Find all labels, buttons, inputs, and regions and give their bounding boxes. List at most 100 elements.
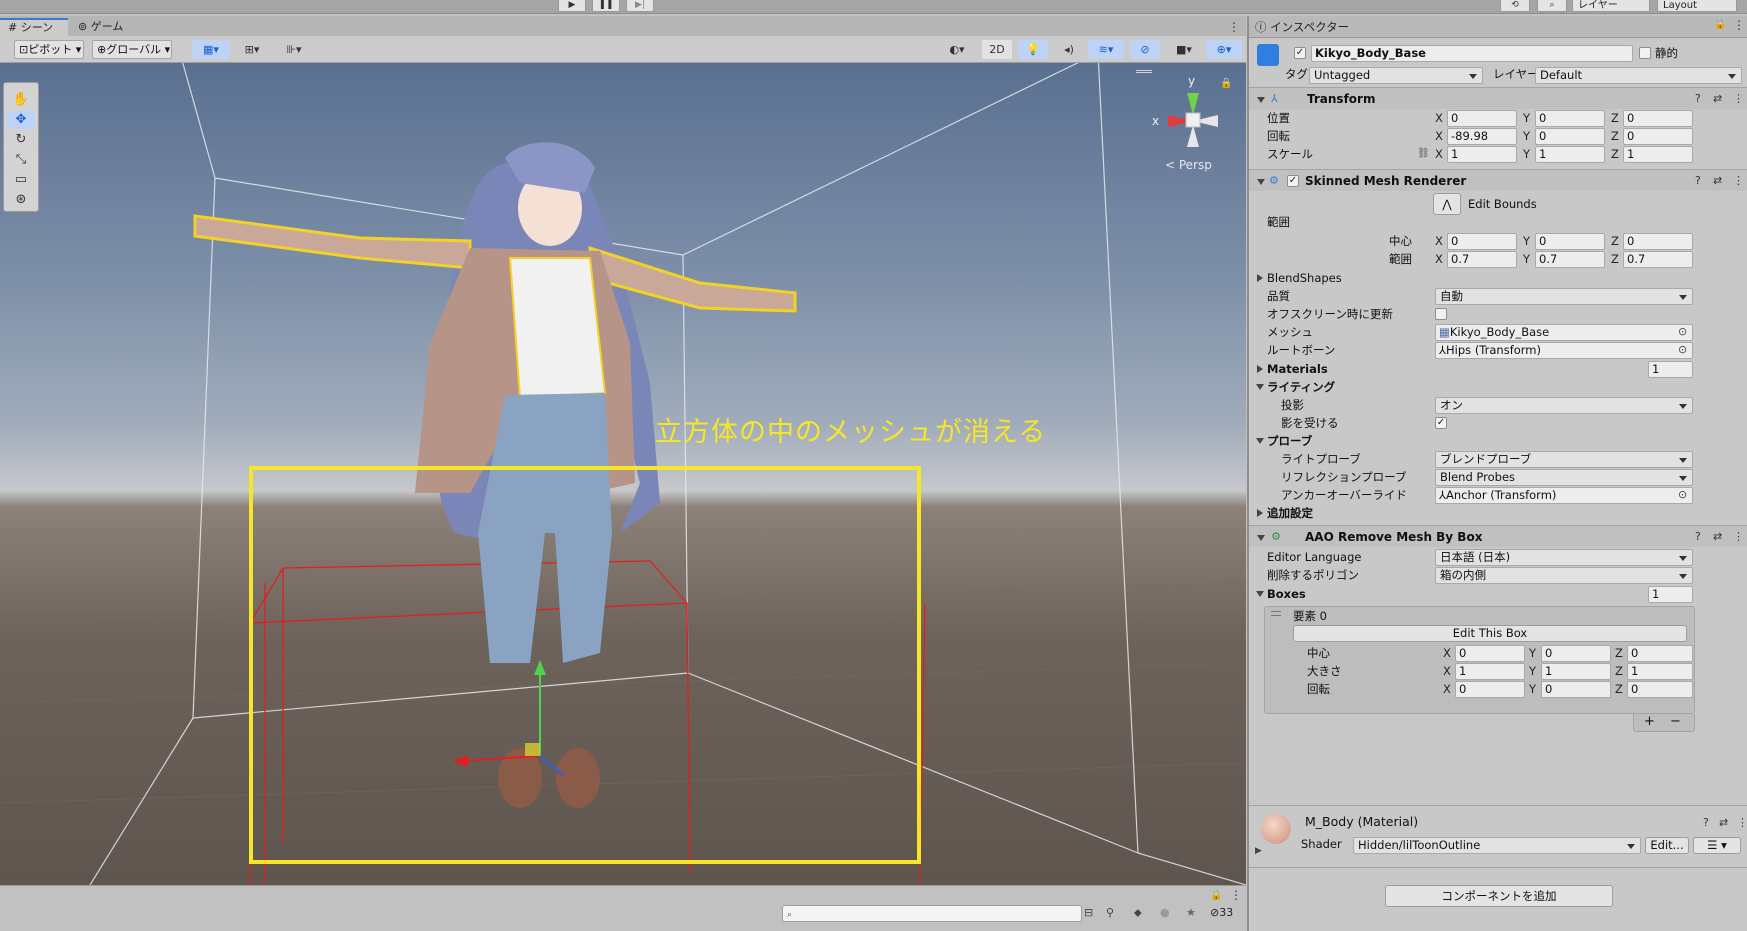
orientation-gizmo[interactable] [1168,93,1218,147]
cast-shadows-dropdown[interactable]: オン [1435,397,1693,414]
quality-dropdown[interactable]: 自動 [1435,288,1693,305]
preset-icon[interactable]: ⇄ [1713,526,1722,548]
audio-icon[interactable]: ◂) [1054,40,1084,59]
object-picker-icon[interactable]: ⊙ [1678,323,1687,341]
rotate-tool-icon[interactable]: ↻ [7,131,35,149]
remove-element-button[interactable]: − [1670,714,1681,730]
help-icon[interactable]: ? [1703,816,1709,829]
position-y-field[interactable]: 0 [1535,110,1605,127]
object-picker-icon[interactable]: ⊙ [1678,486,1687,504]
filter-icon[interactable]: ⊟ [1084,906,1093,919]
layers-dropdown[interactable]: レイヤー [1572,0,1650,12]
rotation-y-field[interactable]: 0 [1535,128,1605,145]
lock-icon[interactable]: 🔒 [1714,19,1726,30]
hidden-objects-icon[interactable]: ⊘ [1130,40,1160,59]
scale-z-field[interactable]: 1 [1623,146,1693,163]
transform-tool-icon[interactable]: ⊛ [7,191,35,209]
hand-tool-icon[interactable]: ✋ [7,91,35,109]
preset-icon[interactable]: ⇄ [1713,170,1722,192]
gizmo-menu-icon[interactable] [1136,70,1152,73]
more-menu-icon[interactable]: ⋮ [1228,20,1240,34]
persp-label[interactable]: < Persp [1165,158,1212,172]
editor-language-dropdown[interactable]: 日本語 (日本) [1435,549,1693,566]
light-probe-dropdown[interactable]: ブレンドプローブ [1435,451,1693,468]
box-size-y-field[interactable]: 1 [1541,663,1611,680]
tab-inspector[interactable]: ⓘ インスペクター [1255,19,1349,35]
active-checkbox[interactable]: ✓ [1294,47,1306,59]
gizmos-icon[interactable]: ⊕▾ [1206,40,1242,59]
effects-icon[interactable]: ≋▾ [1088,40,1124,59]
materials-count-field[interactable]: 1 [1648,361,1693,378]
rect-tool-icon[interactable]: ▭ [7,171,35,189]
expand-arrow-icon[interactable]: ▶ [1255,846,1262,856]
rootbone-field[interactable]: ⅄Hips (Transform) [1435,342,1693,359]
shader-dropdown[interactable]: Hidden/lilToonOutline [1353,837,1641,854]
add-element-button[interactable]: + [1644,714,1655,730]
preset-icon[interactable]: ⇄ [1713,88,1722,110]
box-center-x-field[interactable]: 0 [1455,645,1525,662]
bounds-center-z-field[interactable]: 0 [1623,233,1693,250]
box-size-x-field[interactable]: 1 [1455,663,1525,680]
search-icon[interactable]: ⌕ [1537,0,1567,12]
scale-y-field[interactable]: 1 [1535,146,1605,163]
camera-icon[interactable]: ■▾ [1166,40,1202,59]
anchor-override-field[interactable]: ⅄Anchor (Transform) [1435,487,1693,504]
shader-edit-button[interactable]: Edit... [1645,837,1689,854]
tab-game[interactable]: ⊚ ゲーム [70,18,140,36]
tag-dropdown[interactable]: Untagged [1309,67,1483,84]
pivot-dropdown[interactable]: ⊡ピボット ▾ [14,40,84,59]
move-tool-icon[interactable]: ✥ [7,111,35,129]
rotation-x-field[interactable]: -89.98 [1447,128,1517,145]
box-size-z-field[interactable]: 1 [1627,663,1693,680]
label-icon[interactable]: ⬥ [1134,906,1142,920]
bounds-center-y-field[interactable]: 0 [1535,233,1605,250]
blendshapes-row[interactable]: BlendShapes [1249,269,1747,287]
offscreen-checkbox[interactable] [1435,308,1447,320]
help-icon[interactable]: ? [1695,170,1701,192]
position-z-field[interactable]: 0 [1623,110,1693,127]
boxes-row[interactable]: Boxes 1 [1249,585,1747,603]
bounds-extent-y-field[interactable]: 0.7 [1535,251,1605,268]
rotation-z-field[interactable]: 0 [1623,128,1693,145]
star-icon[interactable]: ★ [1186,906,1196,919]
box-rotation-x-field[interactable]: 0 [1455,681,1525,698]
mode-2d-button[interactable]: 2D [982,40,1012,59]
lock-icon[interactable]: 🔒 [1210,890,1222,901]
lighting-icon[interactable]: 💡 [1018,40,1048,59]
reflection-probe-dropdown[interactable]: Blend Probes [1435,469,1693,486]
component-menu-icon[interactable]: ⋮ [1733,170,1744,192]
circle-icon[interactable]: ● [1160,906,1170,919]
bounds-extent-x-field[interactable]: 0.7 [1447,251,1517,268]
gizmo-lock-icon[interactable]: 🔒 [1220,78,1232,89]
additional-settings-row[interactable]: 追加設定 [1249,504,1747,522]
pause-icon[interactable]: ❚❚ [592,0,620,12]
box-rotation-z-field[interactable]: 0 [1627,681,1693,698]
mesh-field[interactable]: ▦Kikyo_Body_Base [1435,324,1693,341]
step-icon[interactable]: ▶| [626,0,654,12]
shading-mode-icon[interactable]: ◐▾ [940,40,974,59]
play-icon[interactable]: ▶ [558,0,586,12]
materials-row[interactable]: Materials 1 [1249,360,1747,378]
visibility-count[interactable]: ⊘33 [1210,906,1233,919]
scene-hierarchy-icon[interactable]: ⚲ [1106,906,1114,919]
bounds-extent-z-field[interactable]: 0.7 [1623,251,1693,268]
preset-icon[interactable]: ⇄ [1719,816,1728,829]
aao-header[interactable]: ⚙ AAO Remove Mesh By Box ? ⇄ ⋮ [1249,525,1747,547]
transform-header[interactable]: ⅄ Transform ? ⇄ ⋮ [1249,87,1747,109]
drag-handle-icon[interactable] [1271,611,1281,616]
layer-dropdown[interactable]: Default [1535,67,1742,84]
material-options-icon[interactable]: ☰ ▾ [1693,837,1741,854]
bounds-center-x-field[interactable]: 0 [1447,233,1517,250]
tab-scene[interactable]: # シーン [0,18,68,36]
probes-row[interactable]: プローブ [1249,432,1747,450]
object-picker-icon[interactable]: ⊙ [1678,341,1687,359]
object-name-field[interactable]: Kikyo_Body_Base [1311,45,1633,62]
more-menu-icon-bottom[interactable]: ⋮ [1230,888,1242,902]
static-checkbox[interactable] [1639,47,1651,59]
receive-shadows-checkbox[interactable]: ✓ [1435,417,1447,429]
polygon-mode-dropdown[interactable]: 箱の内側 [1435,567,1693,584]
component-menu-icon[interactable]: ⋮ [1737,816,1747,829]
grid-snap-icon[interactable]: ▦▾ [192,40,230,59]
box-center-z-field[interactable]: 0 [1627,645,1693,662]
help-icon[interactable]: ? [1695,88,1701,110]
